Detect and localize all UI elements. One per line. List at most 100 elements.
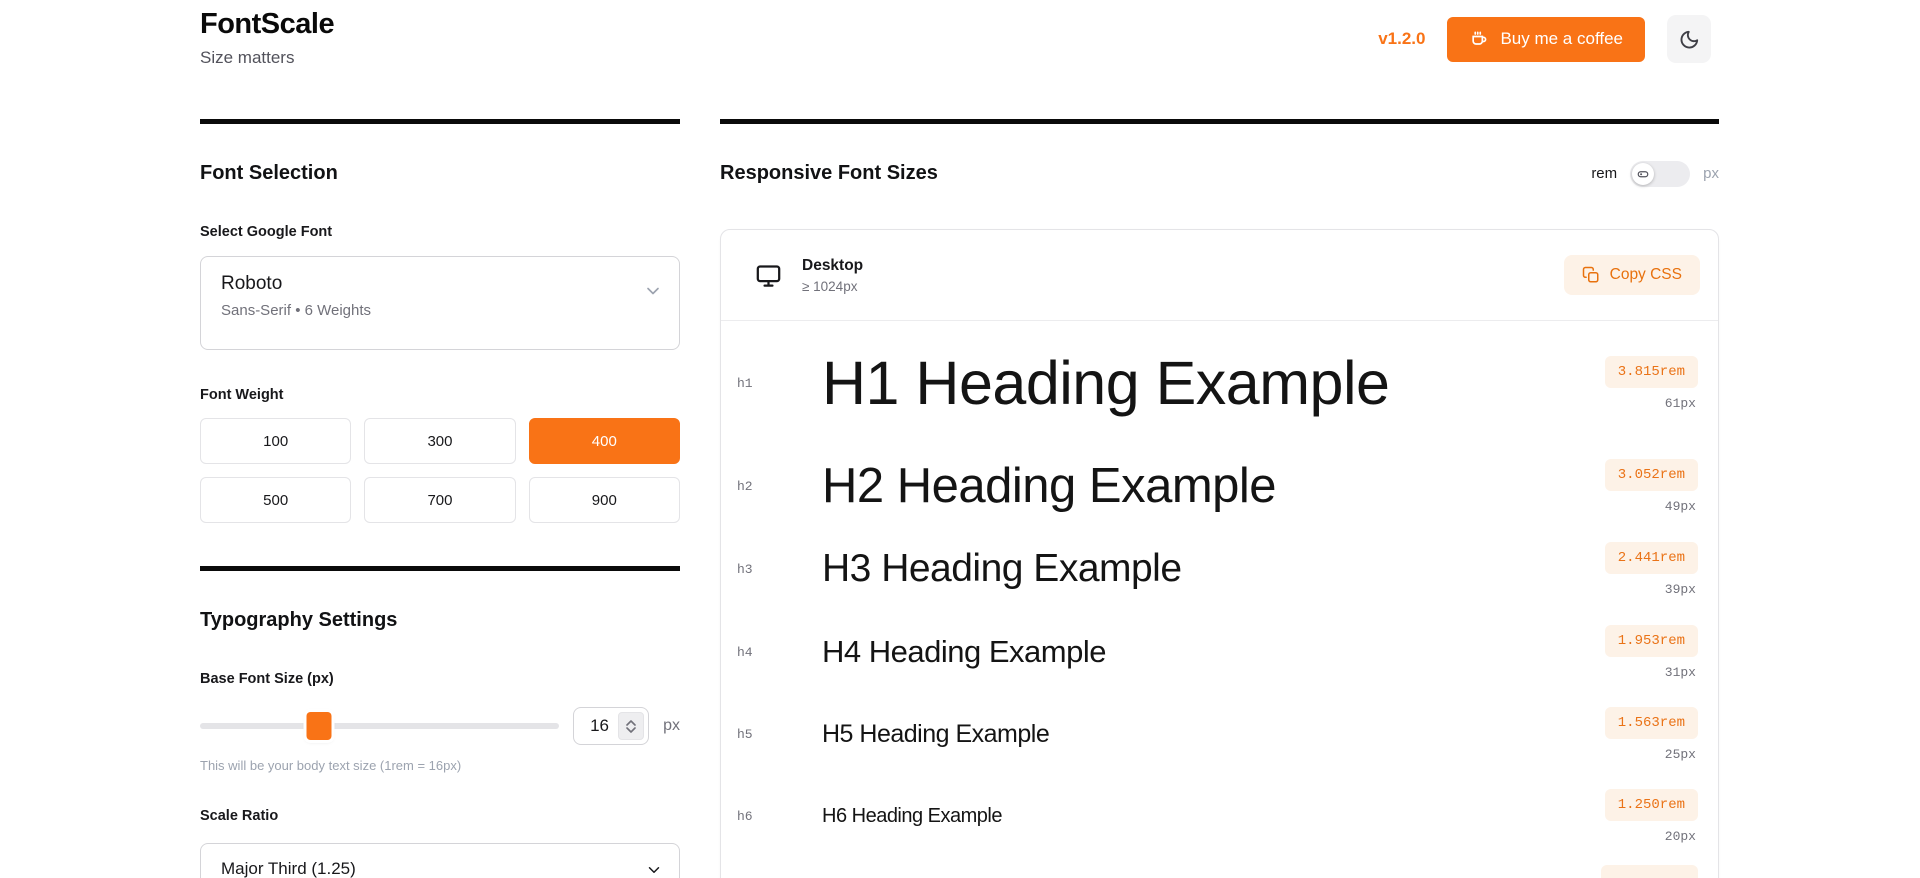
device-name: Desktop <box>802 256 864 274</box>
typography-settings-title: Typography Settings <box>200 609 398 631</box>
heading-tag-label: h3 <box>737 561 753 577</box>
app-tagline: Size matters <box>200 48 295 67</box>
base-font-size-label: Base Font Size (px) <box>200 671 334 687</box>
heading-size-meta: 1.250rem 20px <box>1604 788 1698 844</box>
copy-css-label: Copy CSS <box>1609 266 1682 283</box>
monitor-icon <box>755 262 782 289</box>
scale-ratio-select[interactable]: Major Third (1.25) <box>200 843 680 878</box>
weight-button-100[interactable]: 100 <box>200 418 352 464</box>
dark-mode-toggle-button[interactable] <box>1667 15 1711 63</box>
section-divider <box>200 566 680 571</box>
fontscale-app: FontScale Size matters v1.2.0 Buy me a c… <box>0 0 1920 878</box>
device-info: Desktop ≥ 1024px <box>755 257 863 294</box>
weight-button-300[interactable]: 300 <box>364 418 516 464</box>
heading-size-meta: 2.441rem 39px <box>1604 541 1698 597</box>
breakpoint-card-header: Desktop ≥ 1024px Copy CSS <box>721 230 1718 321</box>
px-size-label: 49px <box>1664 498 1696 514</box>
device-labels: Desktop ≥ 1024px <box>802 257 863 294</box>
rem-unit-label: rem <box>1591 165 1618 182</box>
rem-size-badge <box>1601 865 1698 878</box>
stepper-down-icon[interactable] <box>626 726 636 733</box>
chevron-down-icon <box>645 861 663 878</box>
heading-sample-text: H5 Heading Example <box>822 719 1050 748</box>
select-google-font-label: Select Google Font <box>200 224 333 240</box>
heading-preview-row: h2 H2 Heading Example 3.052rem 49px <box>721 445 1718 527</box>
responsive-font-sizes-title: Responsive Font Sizes <box>720 162 938 184</box>
rem-size-badge: 3.052rem <box>1604 458 1698 491</box>
heading-tag-label: h1 <box>737 375 753 391</box>
heading-size-meta: 1.563rem 25px <box>1604 706 1698 762</box>
rem-size-badge: 2.441rem <box>1604 541 1698 574</box>
rem-size-badge: 1.953rem <box>1604 624 1698 657</box>
desktop-breakpoint-card: Desktop ≥ 1024px Copy CSS h1 H1 Heading … <box>720 229 1719 878</box>
section-divider <box>720 119 1719 124</box>
toggle-knob-icon <box>1637 168 1649 180</box>
number-stepper[interactable] <box>618 712 645 740</box>
preview-panel: Responsive Font Sizes rem px Desktop ≥ 1… <box>720 119 1719 878</box>
px-size-label: 61px <box>1664 395 1696 411</box>
heading-preview-row: h4 H4 Heading Example 1.953rem 31px <box>721 611 1718 693</box>
device-breakpoint: ≥ 1024px <box>802 278 858 294</box>
heading-size-meta: 3.052rem 49px <box>1604 458 1698 514</box>
font-selection-title: Font Selection <box>200 162 338 184</box>
heading-tag-label: h4 <box>737 644 753 660</box>
copy-css-button[interactable]: Copy CSS <box>1563 255 1700 295</box>
settings-sidebar: Font Selection Select Google Font Roboto… <box>200 119 680 878</box>
heading-sample-text: H6 Heading Example <box>822 804 1002 827</box>
heading-sample-text: H2 Heading Example <box>822 458 1277 513</box>
brand-block: FontScale Size matters <box>200 8 335 68</box>
heading-tag-label: h5 <box>737 726 753 742</box>
selected-font-meta: Sans-Serif • 6 Weights <box>221 302 372 319</box>
base-font-size-field-wrap <box>573 707 650 745</box>
px-unit-label: px <box>1703 165 1719 182</box>
scale-ratio-value: Major Third (1.25) <box>221 859 356 878</box>
heading-sample-text: H4 Heading Example <box>822 634 1106 670</box>
buy-me-a-coffee-label: Buy me a coffee <box>1500 29 1623 48</box>
stepper-up-icon[interactable] <box>626 719 636 726</box>
base-font-size-slider[interactable] <box>200 712 560 740</box>
header-actions: v1.2.0 Buy me a coffee <box>1378 15 1711 63</box>
unit-toggle: rem px <box>1591 160 1719 187</box>
font-weight-label: Font Weight <box>200 387 284 403</box>
app-title: FontScale <box>200 8 335 40</box>
px-size-label: 20px <box>1664 828 1696 844</box>
heading-preview-row: h5 H5 Heading Example 1.563rem 25px <box>721 693 1718 775</box>
px-size-label: 31px <box>1664 664 1696 680</box>
version-badge: v1.2.0 <box>1378 29 1426 48</box>
px-unit-label: px <box>663 717 680 734</box>
main-content: Font Selection Select Google Font Roboto… <box>200 119 1719 878</box>
heading-tag-label: h2 <box>737 478 753 494</box>
moon-icon <box>1678 28 1701 51</box>
scale-ratio-label: Scale Ratio <box>200 808 279 824</box>
font-weight-options: 100 300 400 500 700 900 <box>200 418 680 523</box>
heading-sample-text: H1 Heading Example <box>822 348 1390 417</box>
preview-header: Responsive Font Sizes rem px <box>720 160 1719 187</box>
px-size-label: 39px <box>1664 581 1696 597</box>
rem-px-switch[interactable] <box>1630 160 1691 187</box>
weight-button-900[interactable]: 900 <box>528 477 680 523</box>
copy-icon <box>1582 266 1600 284</box>
buy-me-a-coffee-button[interactable]: Buy me a coffee <box>1447 16 1645 62</box>
px-size-label: 25px <box>1664 746 1696 762</box>
heading-tag-label: h6 <box>737 808 753 824</box>
weight-button-500[interactable]: 500 <box>200 477 352 523</box>
heading-sample-text: H3 Heading Example <box>822 546 1182 590</box>
base-font-size-control: px <box>200 707 680 745</box>
chevron-down-icon <box>643 281 663 301</box>
heading-preview-row: h6 H6 Heading Example 1.250rem 20px <box>721 775 1718 857</box>
heading-preview-row: h1 H1 Heading Example 3.815rem 61px <box>721 321 1718 445</box>
partial-next-row <box>721 857 1718 878</box>
heading-size-meta: 3.815rem 61px <box>1604 355 1698 411</box>
rem-size-badge: 1.250rem <box>1604 788 1698 821</box>
rem-size-badge: 3.815rem <box>1604 355 1698 388</box>
slider-thumb[interactable] <box>306 712 331 740</box>
switch-knob[interactable] <box>1632 162 1655 185</box>
google-font-dropdown[interactable]: Roboto Sans-Serif • 6 Weights <box>200 256 680 350</box>
base-font-size-hint: This will be your body text size (1rem =… <box>200 758 462 773</box>
weight-button-700[interactable]: 700 <box>364 477 516 523</box>
weight-button-400[interactable]: 400 <box>528 418 680 464</box>
section-divider <box>200 119 680 124</box>
heading-preview-row: h3 H3 Heading Example 2.441rem 39px <box>721 527 1718 611</box>
coffee-cup-icon <box>1469 29 1489 49</box>
selected-font-name: Roboto <box>221 273 283 294</box>
